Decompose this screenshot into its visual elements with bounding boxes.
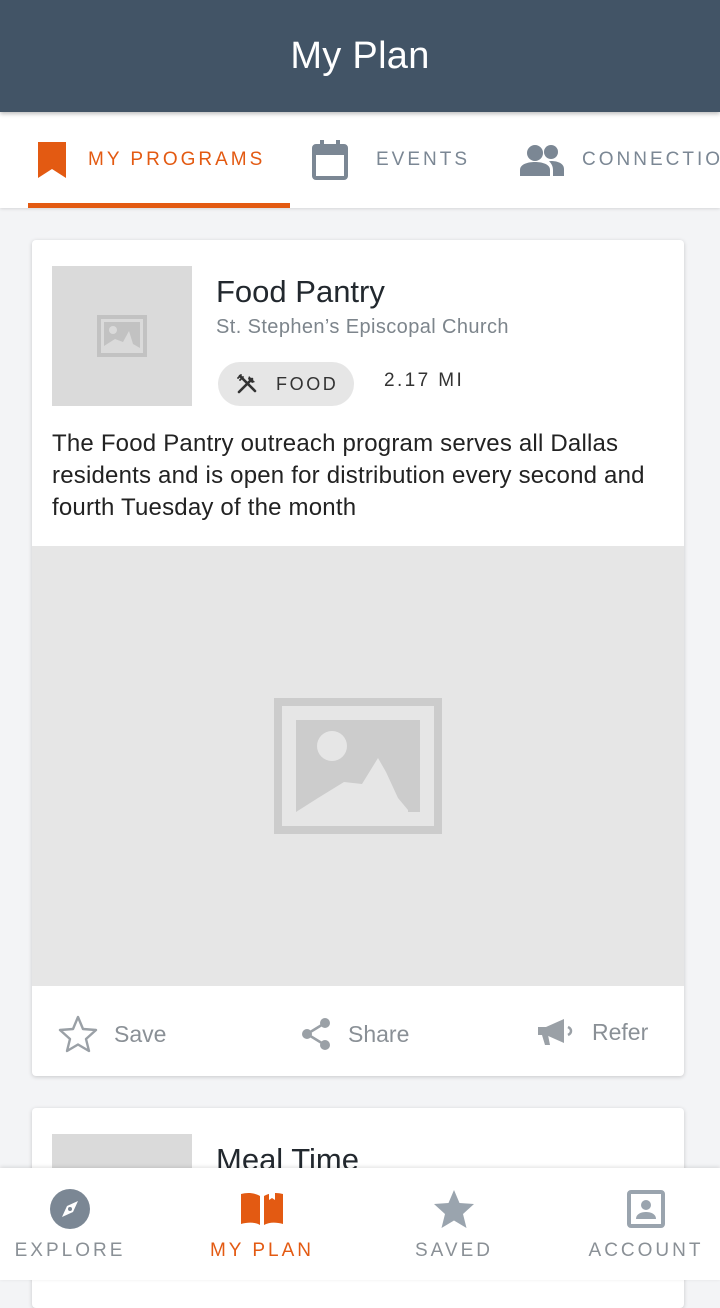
star-icon [433,1188,475,1230]
book-icon [239,1188,285,1230]
page-title: My Plan [290,34,430,77]
tab-my-programs[interactable]: MY PROGRAMS [38,112,265,208]
people-icon [520,144,564,176]
category-label: FOOD [276,373,339,394]
program-description: The Food Pantry outreach program serves … [52,430,645,521]
refer-label: Refer [592,1018,649,1045]
program-title[interactable]: Food Pantry [216,274,385,310]
program-thumbnail [52,266,192,406]
nav-label: EXPLORE [14,1240,126,1261]
star-outline-icon [58,1015,98,1053]
utensils-icon [237,374,257,394]
distance-label: 2.17 MI [384,370,465,391]
tab-bar: MY PROGRAMS EVENTS CONNECTIO [0,112,720,208]
nav-explore[interactable]: EXPLORE [0,1168,160,1280]
category-chip[interactable]: FOOD [218,362,354,406]
save-label: Save [114,1020,167,1047]
nav-label: ACCOUNT [588,1240,704,1261]
tab-connections[interactable]: CONNECTIO [520,112,720,208]
save-button[interactable]: Save [58,986,166,1076]
nav-label: MY PLAN [209,1240,315,1261]
nav-label: SAVED [414,1240,493,1261]
compass-icon [49,1188,91,1230]
tab-events[interactable]: EVENTS [312,112,470,208]
bottom-navigation: EXPLORE MY PLAN SAVED ACCOUNT [0,1168,720,1280]
account-icon [627,1188,665,1230]
tab-indicator [28,203,290,208]
nav-account[interactable]: ACCOUNT [556,1168,720,1280]
calendar-icon [312,140,348,180]
image-placeholder-icon [97,315,147,357]
app-bar: My Plan [0,0,720,112]
refer-button[interactable]: Refer [536,984,648,1076]
tab-label: CONNECTIO [582,149,720,170]
bookmark-icon [38,142,66,178]
tab-label: EVENTS [376,149,471,170]
program-card[interactable]: Food Pantry St. Stephen’s Episcopal Chur… [32,240,684,1076]
program-organization: St. Stephen’s Episcopal Church [216,316,509,338]
share-label: Share [348,1020,410,1047]
nav-my-plan[interactable]: MY PLAN [172,1168,352,1280]
program-hero-image [32,546,684,986]
share-icon [302,1018,330,1050]
megaphone-icon [538,1019,573,1045]
share-button[interactable]: Share [300,986,409,1076]
tab-label: MY PROGRAMS [88,149,266,170]
card-actions: Save Share Refer [32,986,684,1076]
nav-saved[interactable]: SAVED [364,1168,544,1280]
image-placeholder-icon [274,698,442,834]
